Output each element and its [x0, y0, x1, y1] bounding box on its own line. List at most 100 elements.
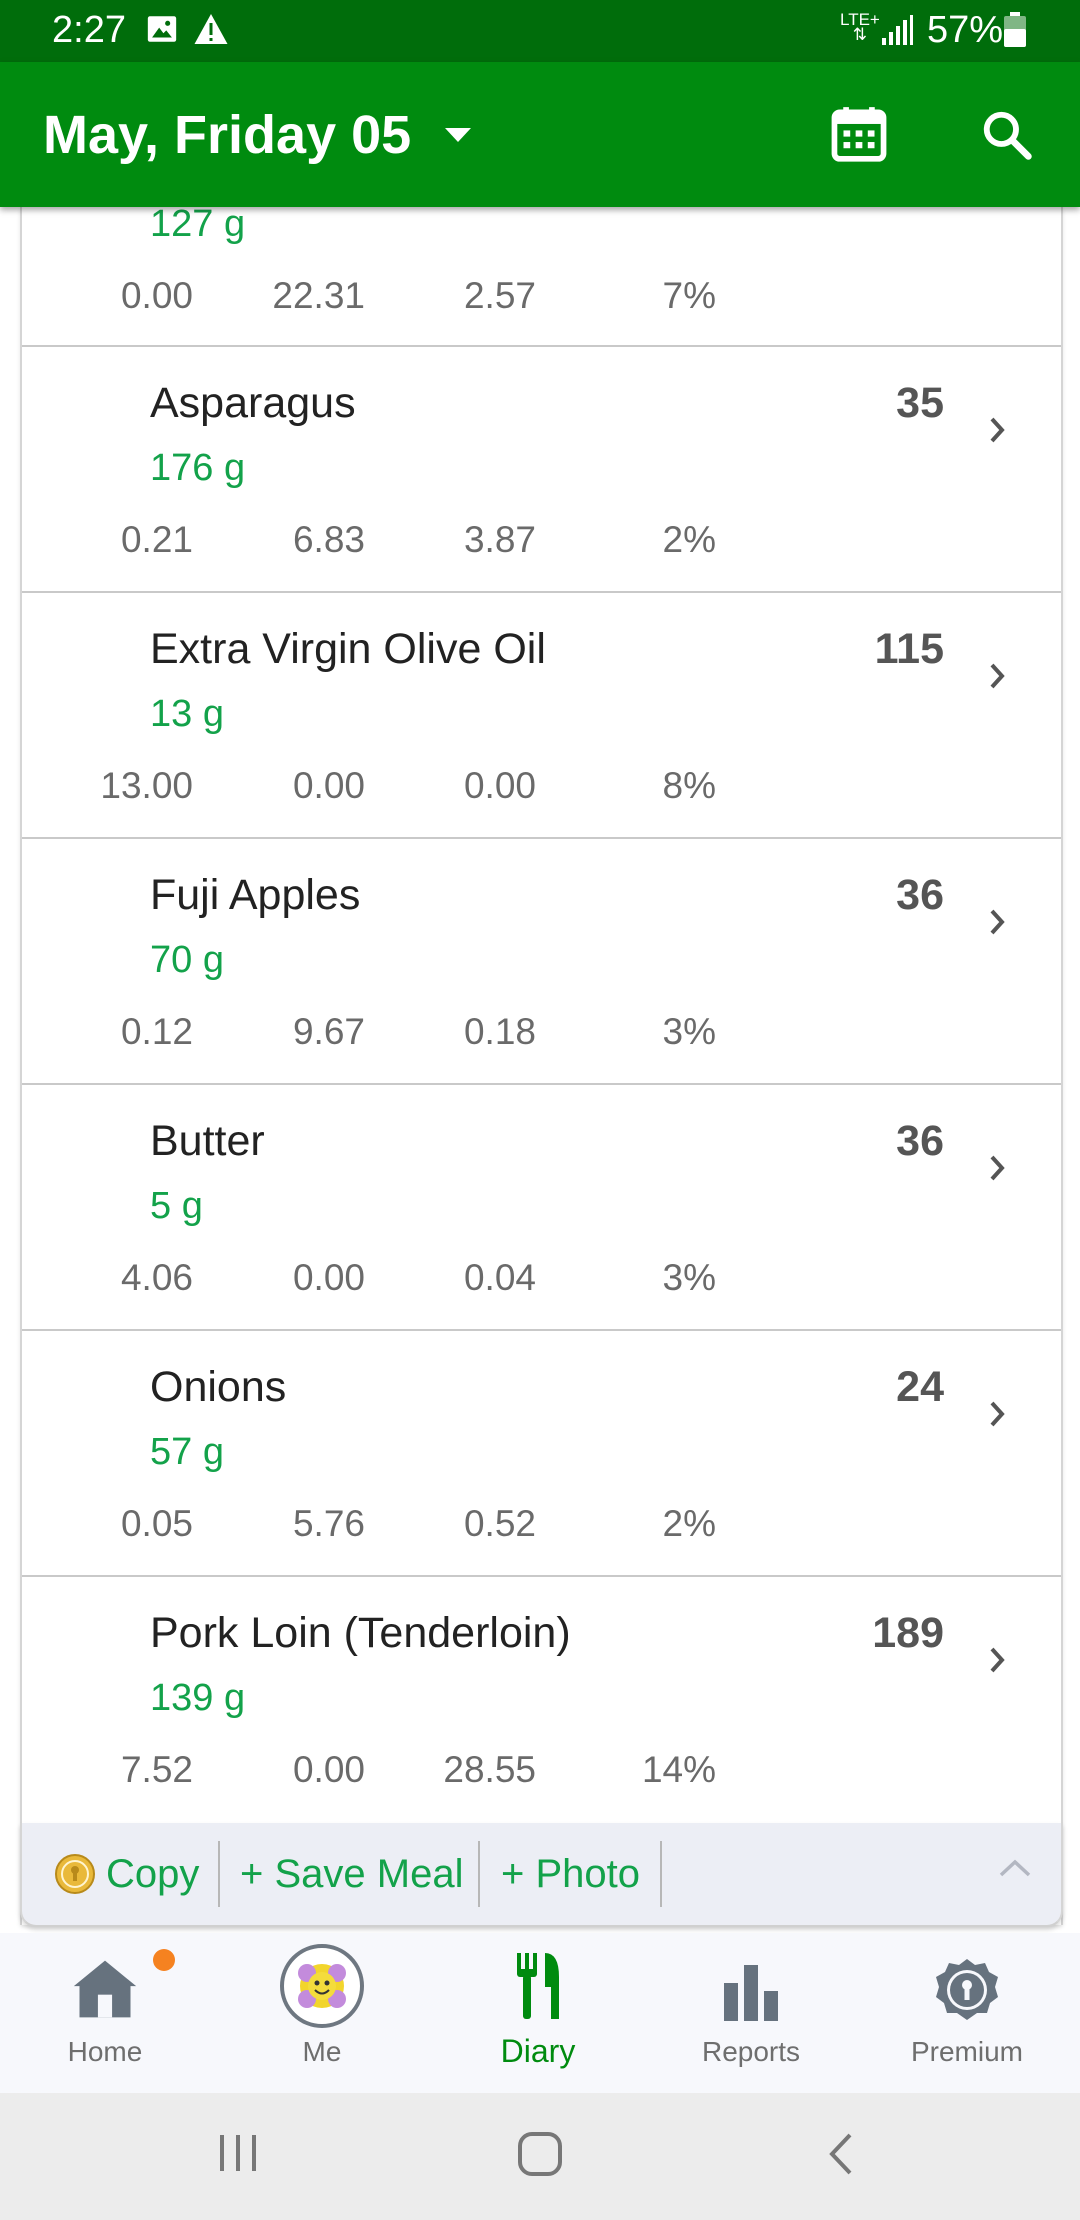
nav-label: Me	[302, 2036, 342, 2067]
nutrient-protein: 2.57	[463, 275, 536, 316]
nutrient-carbs: 9.67	[292, 1011, 365, 1052]
divider	[218, 1841, 220, 1907]
premium-badge-icon	[934, 1957, 1000, 2028]
premium-coin-icon	[54, 1853, 96, 1900]
nutrient-carbs: 0.00	[292, 1749, 365, 1790]
dropdown-arrow-icon[interactable]	[443, 126, 473, 149]
divider	[478, 1841, 480, 1907]
date-title[interactable]: May, Friday 05	[43, 104, 411, 166]
nutrient-percent: 14%	[641, 1749, 716, 1790]
nutrient-percent: 3%	[662, 1011, 716, 1052]
nutrient-fat: 0.12	[120, 1011, 193, 1052]
chevron-right-icon[interactable]	[987, 1399, 1007, 1434]
nav-label: Reports	[701, 2036, 801, 2067]
food-calories: 24	[896, 1363, 944, 1411]
food-calories: 115	[874, 625, 944, 673]
battery-icon	[1003, 12, 1027, 53]
status-time: 2:27	[52, 9, 126, 51]
food-calories: 35	[896, 379, 944, 427]
nav-label: Diary	[500, 2033, 576, 2069]
food-weight: 176 g	[150, 447, 246, 489]
nutrient-percent: 7%	[662, 275, 716, 316]
nutrient-protein: 0.00	[463, 765, 536, 806]
chevron-right-icon[interactable]	[987, 907, 1007, 942]
food-name: Extra Virgin Olive Oil	[150, 625, 546, 673]
save-meal-button[interactable]: + Save Meal	[240, 1823, 463, 1925]
nutrient-protein: 0.18	[463, 1011, 536, 1052]
app-bar: May, Friday 05	[0, 62, 1080, 207]
recent-apps-icon[interactable]	[216, 2133, 260, 2178]
food-weight: 57 g	[150, 1431, 224, 1473]
home-icon	[71, 1955, 139, 2028]
nutrient-carbs: 0.00	[292, 765, 365, 806]
nav-label: Home	[67, 2036, 143, 2067]
nutrient-fat: 0.21	[120, 519, 193, 560]
food-row[interactable]: Butter 36 5 g 4.06 0.00 0.04 3%	[22, 1085, 1061, 1331]
nutrient-carbs: 0.00	[292, 1257, 365, 1298]
calendar-icon[interactable]	[828, 102, 890, 169]
nutrient-fat: 13.00	[100, 765, 193, 806]
chevron-right-icon[interactable]	[987, 661, 1007, 696]
food-row[interactable]: Pork Loin (Tenderloin) 189 139 g 7.52 0.…	[22, 1577, 1061, 1821]
nutrient-protein: 3.87	[463, 519, 536, 560]
fork-knife-icon	[513, 1951, 563, 2026]
food-name: Asparagus	[150, 379, 356, 427]
network-type-indicator: LTE+ ⇅	[840, 10, 880, 44]
food-row[interactable]: Extra Virgin Olive Oil 115 13 g 13.00 0.…	[22, 593, 1061, 839]
nutrient-protein: 0.04	[463, 1257, 536, 1298]
nutrient-fat: 0.05	[120, 1503, 193, 1544]
food-row[interactable]: Onions 24 57 g 0.05 5.76 0.52 2%	[22, 1331, 1061, 1577]
chevron-right-icon[interactable]	[987, 415, 1007, 450]
image-notification-icon	[145, 12, 179, 51]
nutrient-percent: 3%	[662, 1257, 716, 1298]
search-icon[interactable]	[980, 108, 1034, 167]
status-bar: 2:27 LTE+ ⇅ 57%	[0, 0, 1080, 62]
nutrient-percent: 2%	[662, 519, 716, 560]
food-weight: 70 g	[150, 939, 224, 981]
nutrient-fat: 0.00	[120, 275, 193, 316]
divider	[660, 1841, 662, 1907]
nutrient-percent: 2%	[662, 1503, 716, 1544]
food-calories: 36	[896, 1117, 944, 1165]
chevron-up-icon[interactable]	[998, 1857, 1032, 1884]
home-system-icon[interactable]	[516, 2131, 564, 2182]
nutrient-fat: 7.52	[120, 1749, 193, 1790]
nutrient-carbs: 22.31	[272, 275, 365, 316]
food-list: 127 g 0.00 22.31 2.57 7% Asparagus 35 17…	[20, 207, 1063, 1925]
nav-home[interactable]: Home	[5, 1933, 205, 2093]
food-calories: 189	[872, 1609, 944, 1657]
food-weight: 139 g	[150, 1677, 246, 1719]
bar-chart-icon	[720, 1961, 782, 2028]
nutrient-fat: 4.06	[120, 1257, 193, 1298]
food-name: Pork Loin (Tenderloin)	[150, 1609, 571, 1657]
food-calories: 36	[896, 871, 944, 919]
notification-dot	[153, 1949, 175, 1971]
battery-percent: 57%	[927, 9, 1004, 51]
food-name: Fuji Apples	[150, 871, 361, 919]
nav-reports[interactable]: Reports	[651, 1933, 851, 2093]
chevron-right-icon[interactable]	[987, 1153, 1007, 1188]
warning-icon	[193, 12, 229, 51]
nav-premium[interactable]: Premium	[867, 1933, 1067, 2093]
food-row-partial[interactable]: 127 g 0.00 22.31 2.57 7%	[22, 207, 1061, 347]
nutrient-carbs: 6.83	[292, 519, 365, 560]
food-row[interactable]: Fuji Apples 36 70 g 0.12 9.67 0.18 3%	[22, 839, 1061, 1085]
nav-diary[interactable]: Diary	[438, 1933, 638, 2093]
copy-button[interactable]: Copy	[106, 1823, 199, 1925]
back-icon[interactable]	[826, 2131, 856, 2182]
nutrient-protein: 0.52	[463, 1503, 536, 1544]
signal-icon	[880, 14, 914, 51]
food-row[interactable]: Asparagus 35 176 g 0.21 6.83 3.87 2%	[22, 347, 1061, 593]
nutrient-carbs: 5.76	[292, 1503, 365, 1544]
add-photo-button[interactable]: + Photo	[501, 1823, 640, 1925]
system-navigation-bar	[0, 2093, 1080, 2220]
food-name: Butter	[150, 1117, 265, 1165]
food-weight: 5 g	[150, 1185, 203, 1227]
chevron-right-icon[interactable]	[987, 1645, 1007, 1680]
food-weight: 13 g	[150, 693, 224, 735]
food-name: Onions	[150, 1363, 287, 1411]
nav-me[interactable]: Me	[222, 1933, 422, 2093]
avatar	[279, 1943, 365, 2034]
nav-label: Premium	[910, 2036, 1023, 2067]
food-weight: 127 g	[150, 207, 246, 245]
